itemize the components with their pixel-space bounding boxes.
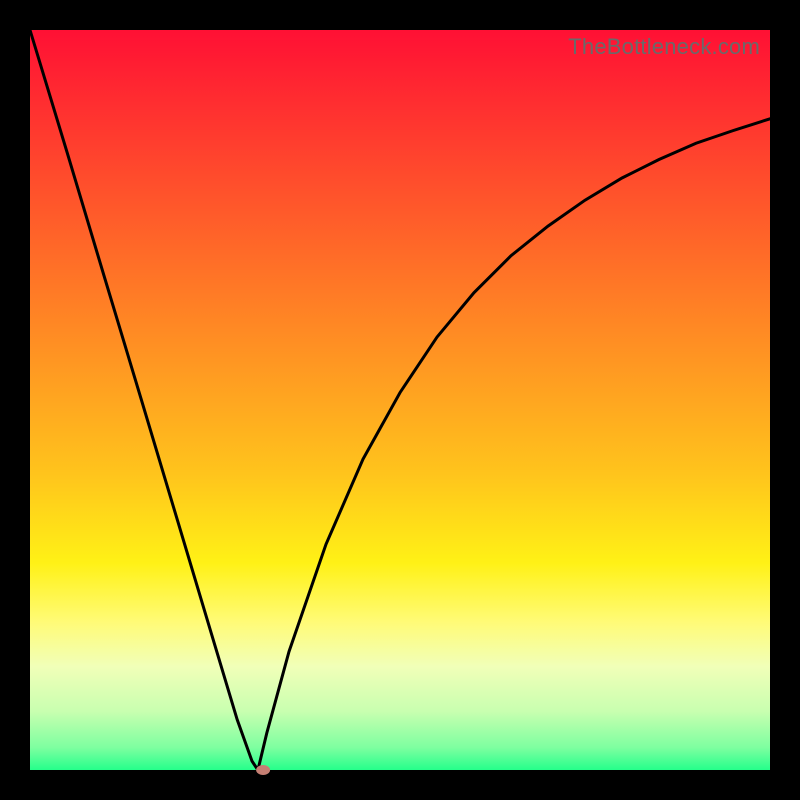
bottleneck-curve [30,30,770,770]
plot-area: TheBottleneck.com [30,30,770,770]
series-right-branch [258,119,770,770]
chart-frame: TheBottleneck.com [0,0,800,800]
vertex-marker [256,765,270,775]
series-left-branch [30,30,258,770]
